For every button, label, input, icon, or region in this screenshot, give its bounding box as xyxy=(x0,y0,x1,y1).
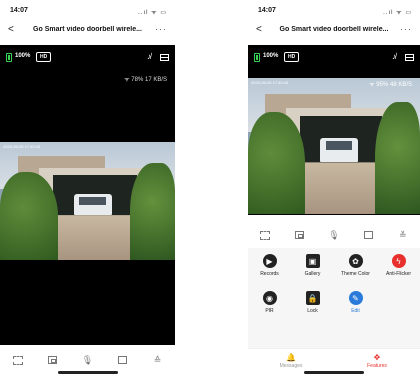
feature-label: Records xyxy=(260,271,279,277)
video-overlay: 100% HD ♪̸ xyxy=(6,51,169,63)
features-panel: ▶ Records ▣ Gallery ✿ Theme Color ϟ Anti… xyxy=(248,248,420,348)
car-image xyxy=(320,137,359,163)
status-icons: ..ıl ᯤ ▭ xyxy=(138,10,167,16)
back-icon[interactable]: < xyxy=(8,24,14,35)
feature-lock[interactable]: 🔒 Lock xyxy=(291,291,334,314)
status-bar: 14:07 ..ıl ᯤ ▭ xyxy=(0,7,175,17)
feature-label: Edit xyxy=(351,308,360,314)
feature-edit[interactable]: ✎ Edit xyxy=(334,291,377,314)
snapshot-icon[interactable] xyxy=(291,228,309,242)
layout-icon[interactable] xyxy=(160,54,169,61)
microphone-icon[interactable]: 🎙 xyxy=(79,353,97,367)
nav-bar: < Go Smart video doorbell wirele... ··· xyxy=(248,22,420,40)
edit-icon: ✎ xyxy=(348,291,363,305)
record-video-icon[interactable] xyxy=(114,353,132,367)
pir-icon: ◉ xyxy=(262,291,277,305)
phone-screen-features: 14:07 ..ıl ᯤ ▭ < Go Smart video doorbell… xyxy=(248,0,420,378)
tab-label: Messages xyxy=(279,363,303,369)
feature-pir[interactable]: ◉ PIR xyxy=(248,291,291,314)
layout-icon[interactable] xyxy=(405,54,414,61)
back-icon[interactable]: < xyxy=(256,24,262,35)
feature-anti-flicker[interactable]: ϟ Anti-Flicker xyxy=(377,254,420,277)
more-icon[interactable]: ··· xyxy=(400,24,412,34)
more-icon[interactable]: ··· xyxy=(155,24,167,34)
palette-icon: ✿ xyxy=(348,254,363,268)
quality-button[interactable]: HD xyxy=(284,52,300,62)
status-bar: 14:07 ..ıl ᯤ ▭ xyxy=(248,7,420,17)
bell-icon: 🔔 xyxy=(286,353,296,362)
quality-button[interactable]: HD xyxy=(36,52,52,62)
camera-feed: 2023-06-05 17:40:43 xyxy=(0,142,175,260)
camera-feed: 2023-06-05 17:40:43 ᯤ 95% 48 KB/S xyxy=(248,78,420,214)
lock-icon: 🔒 xyxy=(305,291,320,305)
feature-label: Anti-Flicker xyxy=(385,271,411,277)
feature-label: Theme Color xyxy=(341,271,370,277)
expand-menu-icon[interactable]: ≙ xyxy=(149,353,167,367)
car-image xyxy=(73,193,112,216)
microphone-icon[interactable]: 🎙 xyxy=(325,228,343,242)
status-time: 14:07 xyxy=(10,7,28,14)
battery-icon xyxy=(6,53,12,62)
feature-records[interactable]: ▶ Records xyxy=(248,254,291,277)
video-overlay: 100% HD ♪̸ xyxy=(254,51,414,63)
phone-screen-live: 14:07 ..ıl ᯤ ▭ < Go Smart video doorbell… xyxy=(0,0,175,378)
video-controls: 🎙 ≙ xyxy=(0,350,175,370)
status-time: 14:07 xyxy=(258,7,276,14)
status-icons: ..ıl ᯤ ▭ xyxy=(383,10,412,16)
mute-icon[interactable]: ♪̸ xyxy=(147,52,151,61)
features-icon: ✥ xyxy=(373,353,381,362)
battery-level: 100% xyxy=(263,53,279,59)
page-title: Go Smart video doorbell wirele... xyxy=(279,26,389,33)
snapshot-icon[interactable] xyxy=(44,353,62,367)
gallery-icon: ▣ xyxy=(305,254,320,268)
video-timestamp: 2023-06-05 17:40:43 xyxy=(251,80,289,85)
flash-icon: ϟ xyxy=(391,254,406,268)
home-indicator xyxy=(57,371,118,374)
feature-label: PIR xyxy=(265,308,274,314)
mute-icon[interactable]: ♪̸ xyxy=(392,52,396,61)
battery-icon xyxy=(254,53,260,62)
record-video-icon[interactable] xyxy=(359,228,377,242)
nav-bar: < Go Smart video doorbell wirele... ··· xyxy=(0,22,175,40)
fullscreen-icon[interactable] xyxy=(9,353,27,367)
feature-gallery[interactable]: ▣ Gallery xyxy=(291,254,334,277)
collapse-menu-icon[interactable]: ≚ xyxy=(394,228,412,242)
feature-label: Gallery xyxy=(304,271,321,277)
tab-label: Features xyxy=(367,363,387,369)
video-controls: 🎙 ≚ xyxy=(248,225,420,245)
video-timestamp: 2023-06-05 17:40:43 xyxy=(3,144,41,149)
home-indicator xyxy=(304,371,364,374)
page-title: Go Smart video doorbell wirele... xyxy=(33,26,142,33)
signal-stats: ᯤ 78% 17 KB/S xyxy=(124,77,167,83)
fullscreen-icon[interactable] xyxy=(256,228,274,242)
feature-theme-color[interactable]: ✿ Theme Color xyxy=(334,254,377,277)
record-icon: ▶ xyxy=(262,254,277,268)
feature-label: Lock xyxy=(307,308,318,314)
signal-stats: ᯤ 95% 48 KB/S xyxy=(369,82,412,88)
battery-level: 100% xyxy=(15,53,31,59)
